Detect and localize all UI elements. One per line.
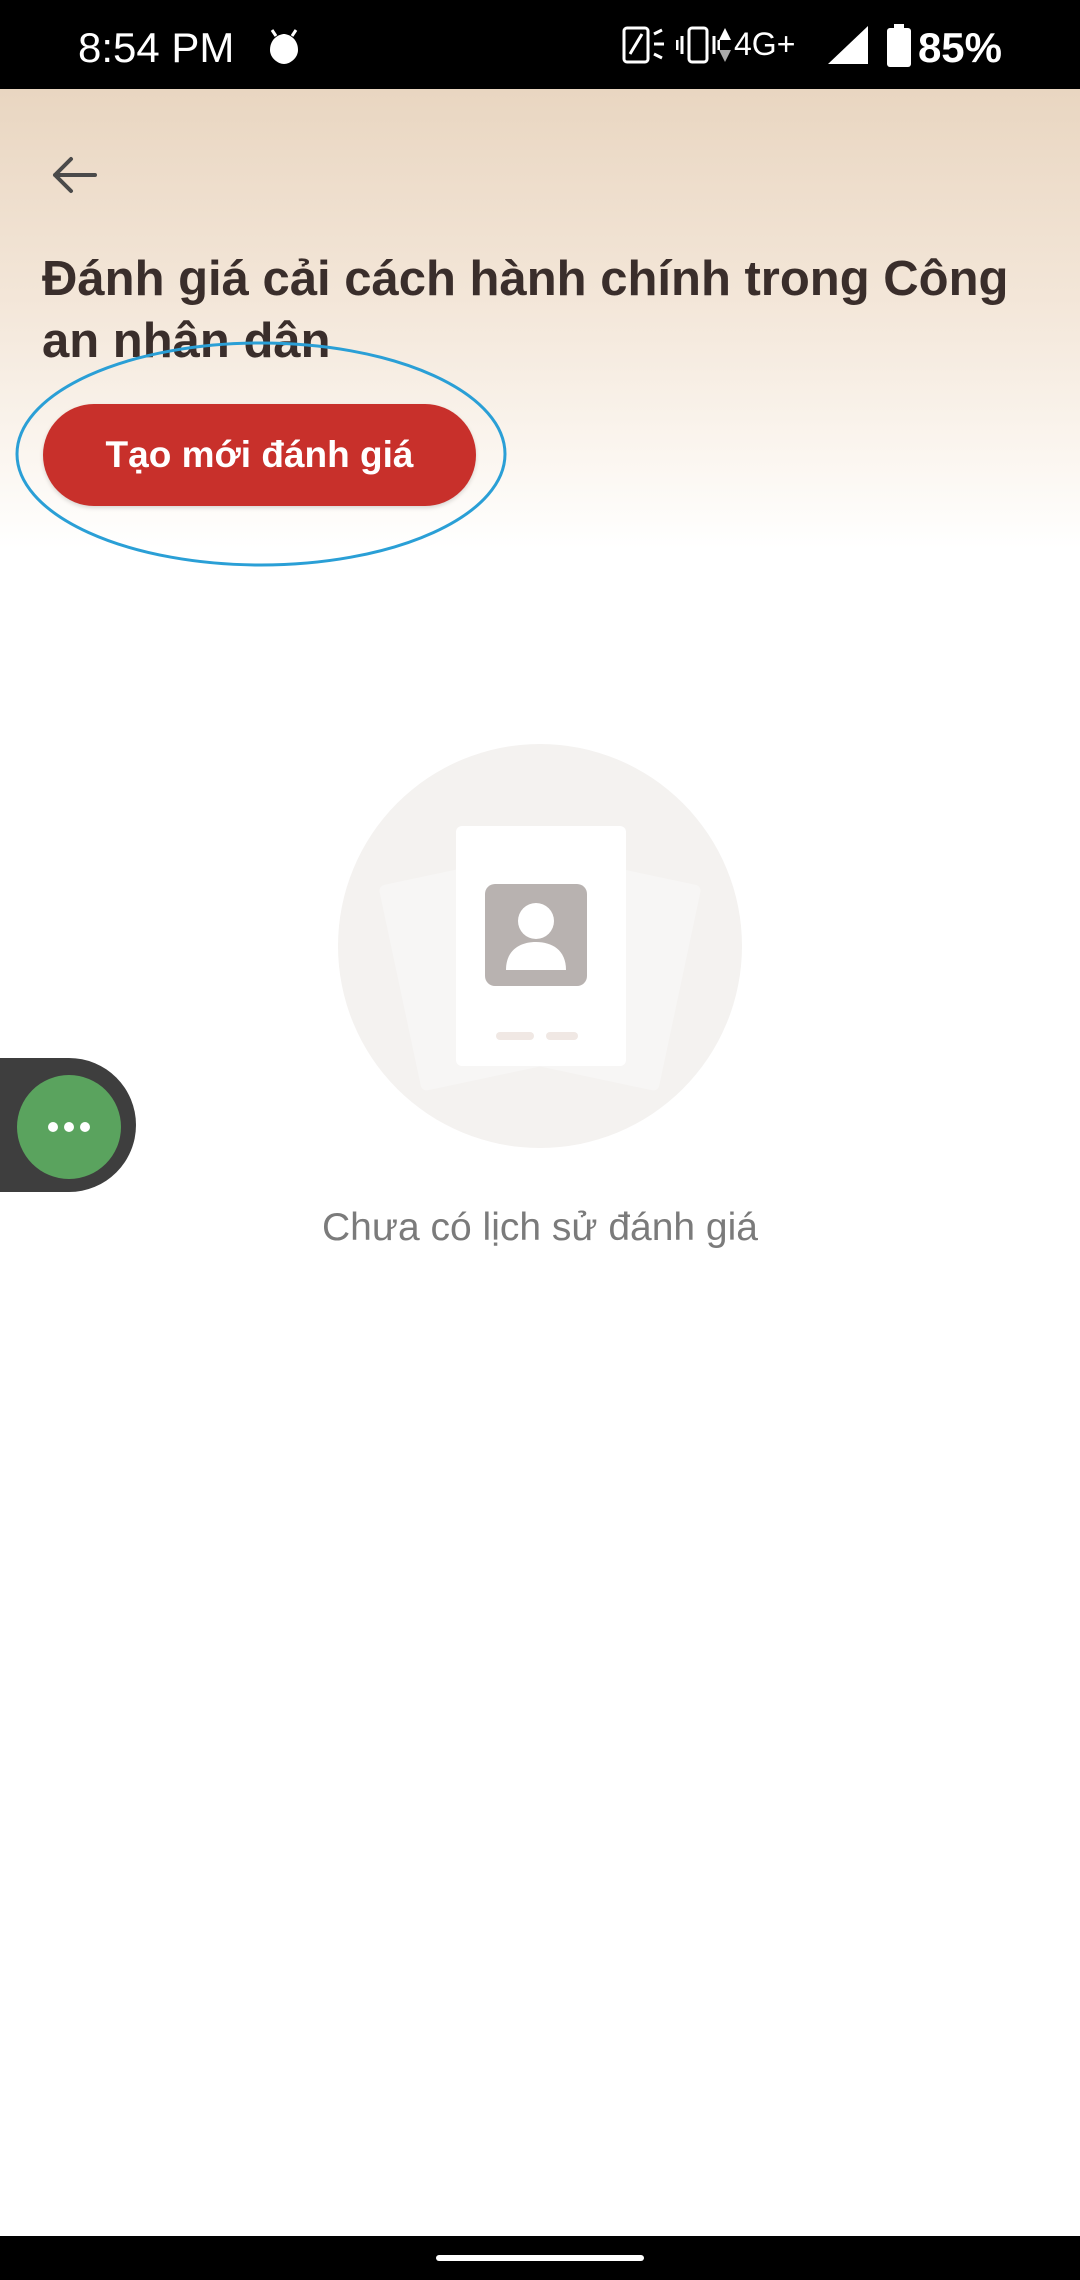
- status-bar: 8:54 PM 4G+ 85%: [0, 0, 1080, 89]
- screen-rotate-icon: [622, 26, 664, 64]
- home-handle[interactable]: [436, 2255, 644, 2261]
- floating-assistant-dock: [0, 1058, 136, 1192]
- navigation-bar: [0, 2236, 1080, 2280]
- floating-assistant-button[interactable]: [17, 1075, 121, 1179]
- status-time: 8:54 PM: [78, 24, 235, 71]
- signal-icon: [828, 26, 868, 64]
- leaf-icon: [270, 29, 298, 64]
- battery-icon: [887, 24, 911, 67]
- data-arrows-icon: [719, 28, 731, 62]
- create-evaluation-button[interactable]: Tạo mới đánh giá: [43, 404, 476, 506]
- status-icons: 4G+ 85%: [600, 0, 1080, 89]
- network-label: 4G+: [734, 26, 796, 62]
- empty-state-message: Chưa có lịch sử đánh giá: [322, 1206, 758, 1249]
- back-button[interactable]: [42, 143, 106, 207]
- vibrate-icon: [676, 26, 720, 64]
- page-title: Đánh giá cải cách hành chính trong Công …: [42, 252, 1009, 368]
- profile-card-icon: [338, 744, 742, 1148]
- more-dots-icon: [48, 1122, 90, 1132]
- battery-percent: 85%: [917, 24, 1002, 71]
- arrow-left-icon: [53, 157, 97, 193]
